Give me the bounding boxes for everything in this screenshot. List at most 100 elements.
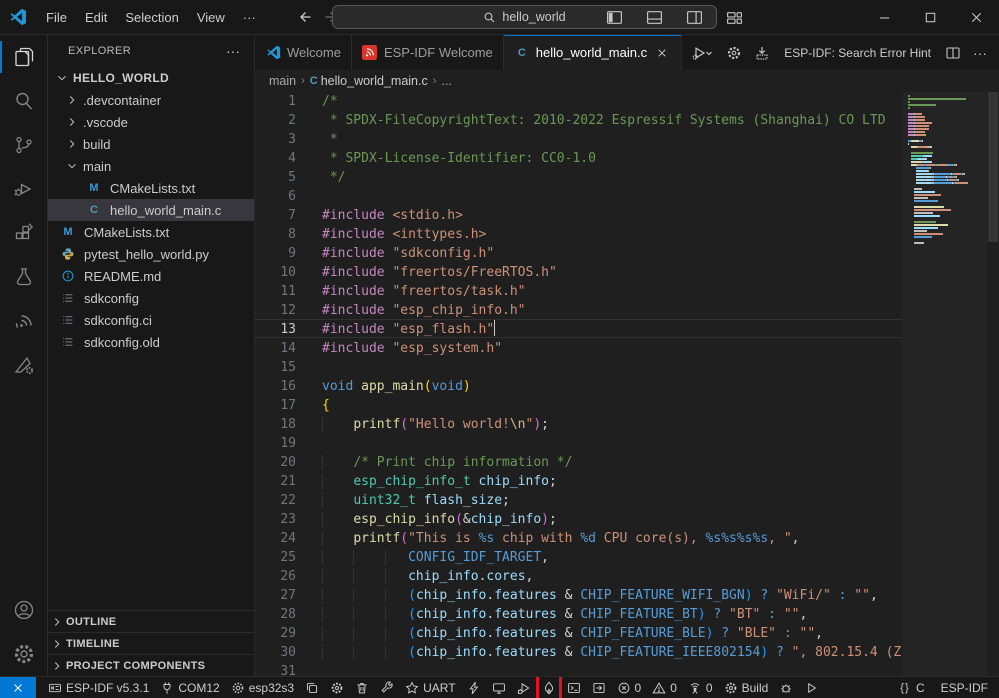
- status-language-mode[interactable]: {}C: [897, 677, 926, 698]
- status-build-task[interactable]: Build: [723, 677, 770, 698]
- chip-icon: [231, 681, 245, 695]
- status-open-terminal[interactable]: [591, 677, 607, 698]
- breadcrumb-folder[interactable]: main: [269, 74, 296, 88]
- folder-main[interactable]: main: [48, 155, 254, 177]
- minimize-icon[interactable]: [861, 0, 907, 35]
- file-hello-world-main-c[interactable]: Chello_world_main.c: [48, 199, 254, 221]
- status-flash-method[interactable]: [304, 677, 320, 698]
- status-menuconfig[interactable]: [329, 677, 345, 698]
- code-editor[interactable]: 1/*2 * SPDX-FileCopyrightText: 2010-2022…: [255, 92, 999, 676]
- testing-icon[interactable]: [0, 255, 48, 299]
- run-debug-view-icon[interactable]: [0, 167, 48, 211]
- customize-layout-icon[interactable]: [719, 5, 749, 31]
- folder--devcontainer[interactable]: .devcontainer: [48, 89, 254, 111]
- status-openocd[interactable]: [778, 677, 794, 698]
- close-window-icon[interactable]: [953, 0, 999, 35]
- status-custom-task[interactable]: [379, 677, 395, 698]
- status-esp-idf-badge[interactable]: ESP-IDF: [940, 677, 989, 698]
- file-sdkconfig-old[interactable]: sdkconfig.old: [48, 331, 254, 353]
- list-file-icon: [60, 312, 76, 328]
- section-project-components[interactable]: PROJECT COMPONENTS: [48, 654, 254, 676]
- breadcrumb[interactable]: main › C hello_world_main.c › ...: [255, 70, 999, 92]
- tab-welcome[interactable]: Welcome: [255, 35, 352, 70]
- status-errors[interactable]: 0: [616, 677, 643, 698]
- menu-edit[interactable]: Edit: [76, 0, 116, 35]
- list-file-icon: [60, 290, 76, 306]
- install-hint-icon[interactable]: [750, 41, 774, 65]
- toggle-sidebar-icon[interactable]: [599, 5, 629, 31]
- settings-gear-button[interactable]: [722, 41, 746, 65]
- editor-scrollbar[interactable]: [987, 92, 999, 676]
- tab-hello-world-main-c[interactable]: Chello_world_main.c: [504, 35, 682, 70]
- status-full-clean[interactable]: [354, 677, 370, 698]
- esp-idf-explorer-icon[interactable]: [0, 343, 48, 387]
- tab-esp-idf-welcome[interactable]: ESP-IDF Welcome: [352, 35, 504, 70]
- flame-icon: [542, 681, 556, 695]
- status-esp-idf-terminal[interactable]: [566, 677, 582, 698]
- status-device-target[interactable]: esp32s3: [230, 677, 295, 698]
- line-number: 10: [255, 263, 301, 282]
- explorer-icon[interactable]: [0, 35, 48, 79]
- file-cmakelists-txt[interactable]: MCMakeLists.txt: [48, 221, 254, 243]
- chevron-down-icon: [54, 70, 70, 86]
- breadcrumb-tail[interactable]: ...: [441, 74, 451, 88]
- folder--vscode[interactable]: .vscode: [48, 111, 254, 133]
- status-build-flash-monitor[interactable]: [541, 677, 557, 698]
- status-label: 0: [635, 681, 642, 695]
- split-editor-icon[interactable]: [941, 41, 965, 65]
- close-icon[interactable]: [653, 44, 671, 62]
- search-value: hello_world: [502, 10, 565, 24]
- status-flash-device[interactable]: [466, 677, 482, 698]
- menu-file[interactable]: File: [37, 0, 76, 35]
- scrollbar-slider[interactable]: [988, 92, 998, 242]
- status-serial-port[interactable]: COM12: [159, 677, 220, 698]
- section-outline[interactable]: OUTLINE: [48, 610, 254, 632]
- breadcrumb-file[interactable]: hello_world_main.c: [321, 74, 428, 88]
- espressif-icon: [362, 45, 378, 61]
- export-icon: [592, 681, 606, 695]
- toggle-panel-icon[interactable]: [639, 5, 669, 31]
- status-warnings[interactable]: 0: [651, 677, 678, 698]
- file-cmakelists-txt[interactable]: MCMakeLists.txt: [48, 177, 254, 199]
- menu-more[interactable]: ···: [234, 0, 265, 35]
- tree-item-label: pytest_hello_world.py: [84, 247, 209, 262]
- explorer-more-icon[interactable]: ···: [220, 43, 246, 59]
- file-sdkconfig-ci[interactable]: sdkconfig.ci: [48, 309, 254, 331]
- maximize-icon[interactable]: [907, 0, 953, 35]
- file-pytest-hello-world-py[interactable]: pytest_hello_world.py: [48, 243, 254, 265]
- settings-gear-icon[interactable]: [0, 632, 48, 676]
- search-view-icon[interactable]: [0, 79, 48, 123]
- folder-hello-world[interactable]: HELLO_WORLD: [48, 67, 254, 89]
- status-debug-device[interactable]: [516, 677, 532, 698]
- folder-build[interactable]: build: [48, 133, 254, 155]
- status-flash-via-uart[interactable]: UART: [404, 677, 456, 698]
- status-run-task[interactable]: [803, 677, 819, 698]
- toggle-secondary-sidebar-icon[interactable]: [679, 5, 709, 31]
- section-label: OUTLINE: [66, 616, 116, 628]
- menu-view[interactable]: View: [188, 0, 234, 35]
- menu-selection[interactable]: Selection: [116, 0, 187, 35]
- status-monitor-device[interactable]: [491, 677, 507, 698]
- line-number: 8: [255, 225, 301, 244]
- sidebar-sections: OUTLINE TIMELINEPROJECT COMPONENTS: [48, 610, 254, 676]
- espressif-view-icon[interactable]: [0, 299, 48, 343]
- esp-idf-hint-button[interactable]: ESP-IDF: Search Error Hint: [778, 46, 937, 60]
- run-debug-button[interactable]: [686, 41, 718, 65]
- line-number: 12: [255, 301, 301, 320]
- section-timeline[interactable]: TIMELINE: [48, 632, 254, 654]
- status-ports-forwarded[interactable]: 0: [687, 677, 714, 698]
- file-sdkconfig[interactable]: sdkconfig: [48, 287, 254, 309]
- file-readme-md[interactable]: README.md: [48, 265, 254, 287]
- status-esp-idf-version[interactable]: ESP-IDF v5.3.1: [47, 677, 150, 698]
- status-remote[interactable]: [0, 677, 36, 698]
- minimap[interactable]: [902, 92, 987, 676]
- account-icon[interactable]: [0, 588, 48, 632]
- source-control-icon[interactable]: [0, 123, 48, 167]
- star-icon: [405, 681, 419, 695]
- back-arrow-icon[interactable]: [293, 6, 315, 28]
- code-content: 1/*2 * SPDX-FileCopyrightText: 2010-2022…: [255, 92, 902, 676]
- line-number: 11: [255, 282, 301, 301]
- line-number: 18: [255, 415, 301, 434]
- editor-more-icon[interactable]: ···: [969, 41, 991, 65]
- extensions-icon[interactable]: [0, 211, 48, 255]
